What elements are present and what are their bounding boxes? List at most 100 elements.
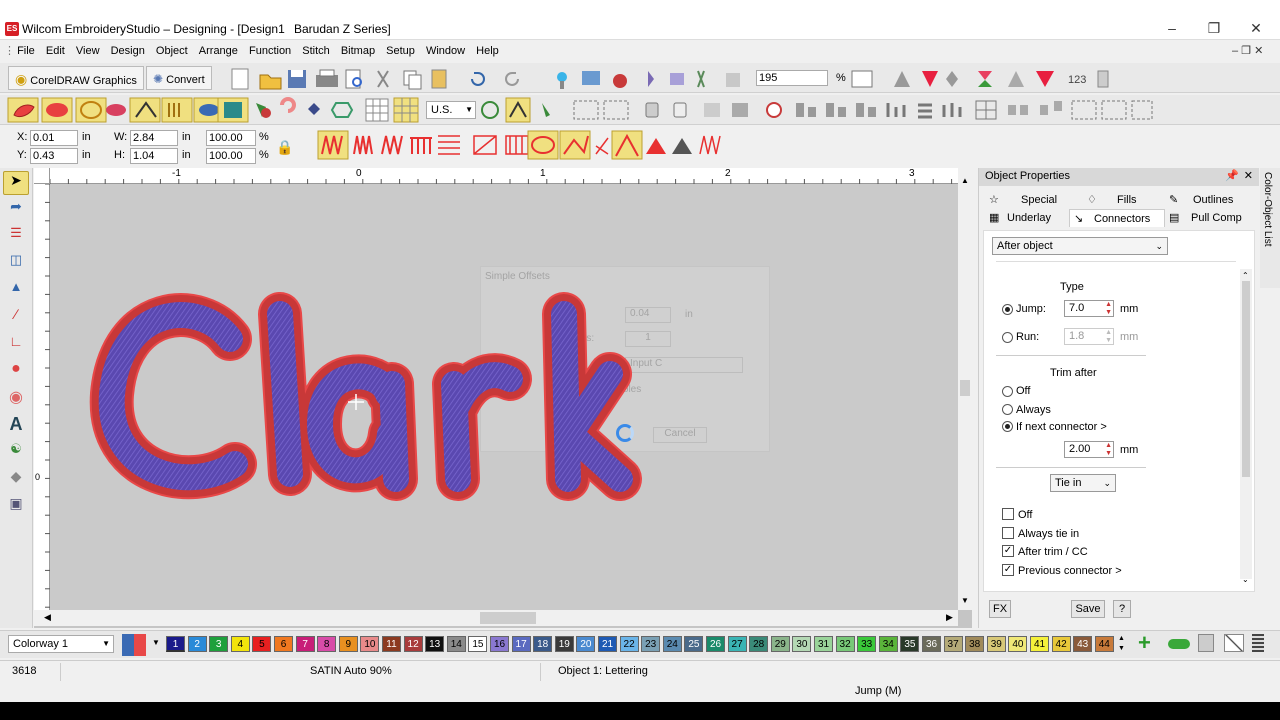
menu-object[interactable]: Object <box>152 42 192 60</box>
reshape-tool-icon[interactable]: ➦ <box>3 198 29 222</box>
trim-if-next-label[interactable]: If next connector > <box>1016 421 1107 433</box>
fill-stitch-icons[interactable] <box>316 130 730 160</box>
thread-swatch[interactable]: 4 <box>230 636 250 652</box>
after-trim-checkbox[interactable]: ✓ <box>1002 545 1014 557</box>
swatch-scroll-icon[interactable]: ▲ ▼ <box>1118 634 1130 654</box>
scroll-right-icon[interactable]: ▶ <box>946 612 953 623</box>
thread-swatch[interactable]: 40 <box>1008 636 1028 652</box>
chevron-down-icon[interactable]: ▼ <box>152 638 160 647</box>
color-object-list-tab[interactable]: Color-Object List <box>1260 168 1280 288</box>
tab-underlay[interactable]: Underlay <box>1007 212 1051 224</box>
design-canvas[interactable]: Simple Offsets 0.04 in of offsets: 1 Inp… <box>50 184 958 610</box>
thread-swatch[interactable]: 8 <box>317 636 337 652</box>
restore-button[interactable]: ❐ <box>1194 18 1234 38</box>
horizontal-scrollbar[interactable]: ◀ ▶ <box>34 610 958 626</box>
thread-swatch[interactable]: 24 <box>662 636 682 652</box>
help-button[interactable]: ? <box>1113 600 1131 618</box>
thread-swatch[interactable]: 18 <box>533 636 553 652</box>
tab-fills[interactable]: Fills <box>1117 194 1137 206</box>
thread-swatch[interactable]: 11 <box>382 636 401 652</box>
menu-design[interactable]: Design <box>107 42 149 60</box>
thread-swatch[interactable]: 15 <box>468 636 488 652</box>
run-length-input[interactable]: 1.8 ▲ ▼ <box>1064 328 1114 345</box>
team-names-icon[interactable]: ☯ <box>3 441 29 465</box>
thread-swatch[interactable]: 12 <box>403 636 423 652</box>
thread-swatch[interactable]: 36 <box>922 636 941 652</box>
menu-setup[interactable]: Setup <box>382 42 419 60</box>
thread-swatch[interactable]: 35 <box>900 636 920 652</box>
view-tools-icons[interactable]: 123 <box>850 67 1120 91</box>
y-input[interactable] <box>30 148 78 164</box>
connector-placement-select[interactable]: After object ⌄ <box>992 237 1168 255</box>
thread-swatch[interactable]: 21 <box>598 636 617 652</box>
trim-length-input[interactable]: 2.00 ▲ ▼ <box>1064 441 1114 458</box>
scroll-left-icon[interactable]: ◀ <box>44 612 51 623</box>
thread-swatch[interactable]: 31 <box>814 636 833 652</box>
mdi-controls[interactable]: – ❐ ✕ <box>1232 44 1263 57</box>
trim-off-radio[interactable] <box>1002 385 1013 397</box>
knife-tool-icon[interactable]: ◫ <box>3 252 29 276</box>
thread-swatch[interactable]: 6 <box>274 636 293 652</box>
coreldraw-graphics-button[interactable]: ◉ CorelDRAW Graphics <box>8 66 144 90</box>
thread-swatch[interactable]: 1 <box>166 636 185 652</box>
thread-swatch[interactable]: 2 <box>187 636 207 652</box>
thread-swatch[interactable]: 23 <box>641 636 661 652</box>
tab-pull-comp[interactable]: Pull Comp <box>1191 212 1242 224</box>
lock-proportions-icon[interactable]: 🔒 <box>276 139 293 156</box>
jump-radio[interactable] <box>1002 303 1013 315</box>
digitize-tool-icon[interactable]: ∟ <box>3 333 29 357</box>
previous-connector-label[interactable]: Previous connector > <box>1018 565 1122 577</box>
previous-connector-checkbox[interactable]: ✓ <box>1002 564 1014 576</box>
tie-in-select[interactable]: Tie in ⌄ <box>1050 474 1116 492</box>
run-radio[interactable] <box>1002 331 1013 343</box>
height-percent-input[interactable] <box>206 148 256 164</box>
trim-if-next-radio[interactable] <box>1002 420 1013 432</box>
panel-scrollbar[interactable] <box>1240 269 1252 579</box>
thread-swatch[interactable]: 32 <box>835 636 855 652</box>
fx-button[interactable]: FX <box>989 600 1011 618</box>
thread-swatch[interactable]: 33 <box>857 636 877 652</box>
circle-tool-icon[interactable]: ● <box>3 360 29 384</box>
height-input[interactable] <box>130 148 178 164</box>
scroll-down-icon[interactable]: ▼ <box>961 596 969 605</box>
menu-bitmap[interactable]: Bitmap <box>337 42 379 60</box>
trim-always-radio[interactable] <box>1002 403 1013 415</box>
thread-swatch[interactable]: 43 <box>1073 636 1093 652</box>
palette-menu-icon[interactable] <box>1252 634 1264 652</box>
jump-length-input[interactable]: 7.0 ▲ ▼ <box>1064 300 1114 317</box>
monogram-tool-icon[interactable]: ◉ <box>3 387 29 411</box>
thread-swatch[interactable]: 14 <box>446 636 466 652</box>
select-tool-icon[interactable]: ➤ <box>3 171 29 195</box>
tab-connectors-active[interactable]: ↘ Connectors <box>1069 209 1165 227</box>
no-color-icon[interactable] <box>1224 634 1244 652</box>
menu-help[interactable]: Help <box>472 42 503 60</box>
thread-swatch[interactable]: 29 <box>770 636 790 652</box>
thread-swatch[interactable]: 26 <box>706 636 725 652</box>
thread-swatch[interactable]: 13 <box>425 636 445 652</box>
tie-off-checkbox[interactable] <box>1002 508 1014 520</box>
tab-outlines[interactable]: Outlines <box>1193 194 1233 206</box>
thread-swatch[interactable]: 28 <box>749 636 769 652</box>
menu-file[interactable]: File <box>13 42 39 60</box>
thread-swatch[interactable]: 7 <box>295 636 315 652</box>
scroll-up-icon[interactable]: ⌃ <box>1242 271 1249 280</box>
scroll-down-icon[interactable]: ⌄ <box>1242 575 1249 584</box>
thread-swatch[interactable]: 38 <box>965 636 985 652</box>
scroll-thumb[interactable] <box>1242 281 1250 477</box>
thread-swatch[interactable]: 41 <box>1030 636 1049 652</box>
thread-swatch[interactable]: 5 <box>252 636 272 652</box>
units-select[interactable]: U.S. ▼ <box>426 101 476 119</box>
add-thread-icon[interactable]: + <box>1138 632 1151 654</box>
spin-arrows-icon[interactable]: ▲ ▼ <box>1105 301 1112 317</box>
run-tool-icon[interactable]: ∕ <box>3 306 29 330</box>
stitch-edit-icon[interactable]: ☰ <box>3 225 29 249</box>
thread-swatch[interactable]: 30 <box>792 636 812 652</box>
colorway-editor-icon[interactable] <box>122 634 146 656</box>
menu-window[interactable]: Window <box>422 42 469 60</box>
width-percent-input[interactable] <box>206 130 256 146</box>
thread-swatch[interactable]: 22 <box>619 636 639 652</box>
zoom-input[interactable] <box>756 70 828 86</box>
close-icon[interactable]: ✕ <box>1244 169 1253 182</box>
thread-swatch[interactable]: 10 <box>360 636 380 652</box>
lettering-tool-icon[interactable]: A <box>3 414 29 438</box>
